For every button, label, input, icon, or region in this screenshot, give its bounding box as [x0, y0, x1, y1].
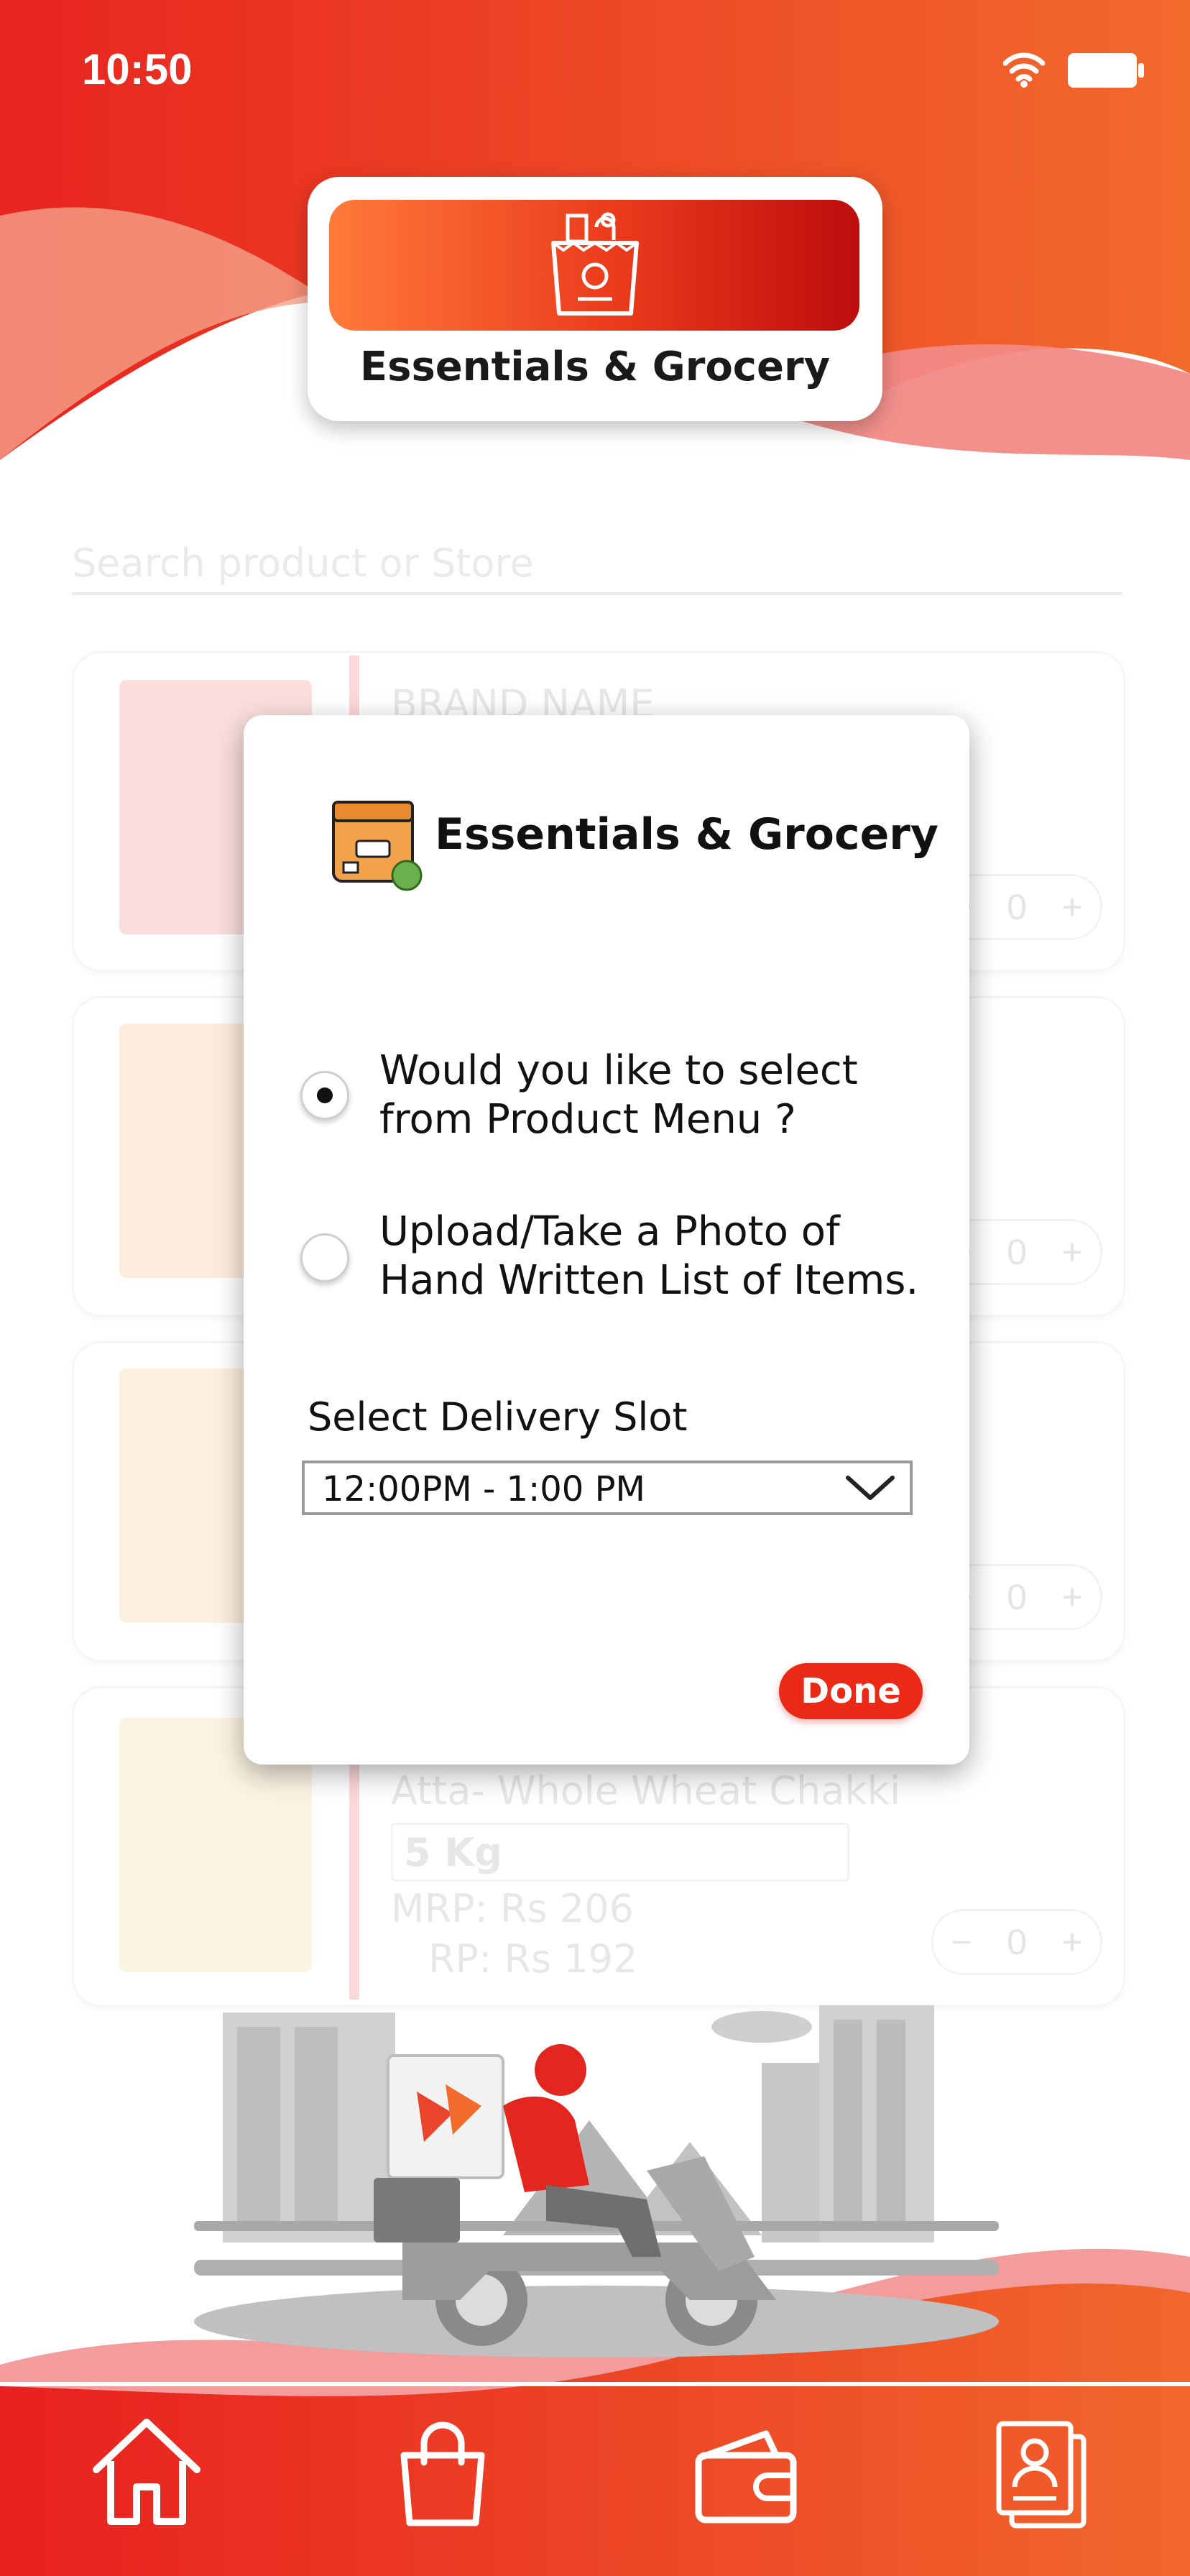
wallet-icon[interactable]	[687, 2415, 802, 2530]
done-button[interactable]: Done	[779, 1663, 923, 1719]
delivery-slot-select[interactable]: 12:00PM - 1:00 PM	[302, 1460, 913, 1515]
category-title: Essentials & Grocery	[359, 344, 831, 390]
nav-separator	[0, 2382, 1190, 2386]
radio-upload-list[interactable]	[300, 1233, 349, 1282]
quantity-stepper[interactable]: − 0 +	[931, 1909, 1102, 1975]
shopping-bag-icon[interactable]	[385, 2415, 500, 2530]
product-name: Atta- Whole Wheat Chakki	[391, 1768, 900, 1813]
chevron-down-icon	[846, 1476, 895, 1500]
quantity-value: 0	[1007, 887, 1027, 927]
option-product-menu[interactable]: Would you like to select from Product Me…	[379, 1046, 858, 1144]
quantity-value: 0	[1007, 1577, 1027, 1617]
search-input[interactable]: Search product or Store	[72, 540, 534, 586]
product-rp: RP: Rs 192	[428, 1936, 638, 1982]
option-upload-list-line1: Upload/Take a Photo of	[379, 1208, 840, 1255]
delivery-illustration	[194, 2005, 999, 2358]
delivery-slot-value: 12:00PM - 1:00 PM	[322, 1469, 645, 1509]
home-icon[interactable]	[89, 2415, 204, 2530]
quantity-value: 0	[1007, 1232, 1027, 1272]
plus-button[interactable]: +	[1062, 1231, 1083, 1273]
status-time: 10:50	[82, 45, 193, 93]
option-upload-list[interactable]: Upload/Take a Photo of Hand Written List…	[379, 1208, 918, 1305]
option-product-menu-line1: Would you like to select	[379, 1047, 858, 1094]
plus-button[interactable]: +	[1062, 1921, 1083, 1963]
plus-button[interactable]: +	[1062, 1576, 1083, 1618]
radio-product-menu[interactable]	[300, 1071, 349, 1120]
profile-document-icon[interactable]	[983, 2415, 1098, 2530]
battery-icon	[1068, 53, 1144, 88]
option-product-menu-line2: from Product Menu ?	[379, 1096, 796, 1143]
delivery-slot-label: Select Delivery Slot	[308, 1394, 688, 1440]
product-mrp: MRP: Rs 206	[391, 1886, 634, 1931]
grocery-bag-icon	[551, 212, 639, 316]
app-screen: 10:50 Essentials & Grocery Search produc…	[0, 0, 1190, 2576]
radio-selected-dot	[317, 1087, 333, 1103]
dialog-title: Essentials & Grocery	[435, 809, 938, 860]
minus-button[interactable]: −	[951, 1921, 972, 1963]
variant-value: 5 Kg	[404, 1830, 502, 1875]
plus-button[interactable]: +	[1062, 886, 1083, 928]
option-upload-list-line2: Hand Written List of Items.	[379, 1257, 919, 1304]
grocery-box-icon	[332, 801, 423, 891]
wifi-icon	[1003, 52, 1045, 88]
search-underline	[72, 592, 1122, 595]
quantity-value: 0	[1007, 1922, 1027, 1962]
